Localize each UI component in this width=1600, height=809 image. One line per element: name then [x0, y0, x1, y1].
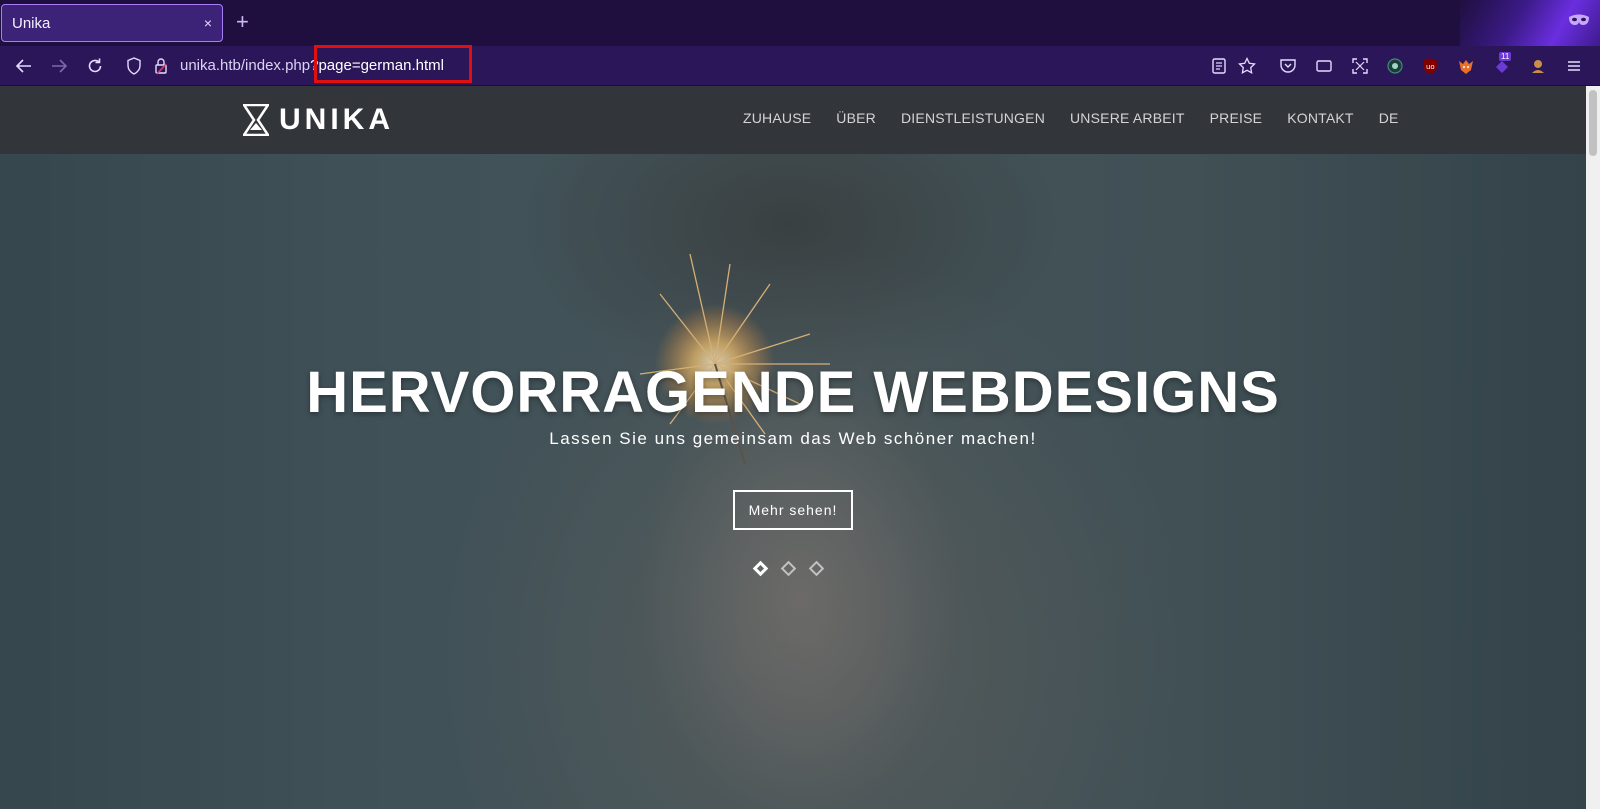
nav-link-ueber[interactable]: ÜBER: [836, 110, 876, 126]
url-query: ?page=german.html: [310, 57, 444, 74]
nav-link-unsere-arbeit[interactable]: UNSERE ARBEIT: [1070, 110, 1185, 126]
cookie-icon[interactable]: [1528, 56, 1548, 76]
reader-view-icon[interactable]: [1210, 57, 1228, 75]
back-arrow-icon: [15, 59, 31, 73]
tab-title: Unika: [12, 14, 51, 32]
bookmark-star-icon[interactable]: [1238, 57, 1256, 75]
reload-button[interactable]: [83, 54, 107, 78]
forward-button[interactable]: [47, 54, 71, 78]
site-logo[interactable]: UNIKA: [243, 104, 394, 136]
tab-strip: Unika × +: [0, 0, 1600, 46]
extension-badge-count: 11: [1499, 52, 1512, 61]
web-page: UNIKA ZUHAUSE ÜBER DIENSTLEISTUNGEN UNSE…: [0, 86, 1586, 809]
site-nav: ZUHAUSE ÜBER DIENSTLEISTUNGEN UNSERE ARB…: [743, 110, 1424, 126]
hero-overlay: [0, 154, 1586, 809]
nav-link-dienstleistungen[interactable]: DIENSTLEISTUNGEN: [901, 110, 1045, 126]
hero-subtitle: Lassen Sie uns gemeinsam das Web schöner…: [549, 429, 1037, 448]
slide-dot[interactable]: [752, 560, 769, 577]
new-tab-button[interactable]: +: [236, 9, 249, 35]
address-bar[interactable]: unika.htb/index.php?page=german.html: [120, 50, 1268, 82]
screenshot-icon[interactable]: [1350, 56, 1370, 76]
forward-arrow-icon: [52, 59, 68, 73]
wappalyzer-icon[interactable]: [1385, 56, 1405, 76]
hourglass-logo-icon: [243, 104, 269, 136]
reload-icon: [88, 58, 102, 73]
url-text[interactable]: unika.htb/index.php?page=german.html: [180, 57, 444, 74]
tracking-protection-icon[interactable]: [126, 57, 142, 75]
language-switcher[interactable]: DE: [1379, 110, 1399, 126]
hamburger-menu-icon[interactable]: [1564, 56, 1584, 76]
slider-pagination: [752, 560, 839, 577]
nav-link-preise[interactable]: PREISE: [1210, 110, 1263, 126]
lock-icon[interactable]: [154, 57, 168, 75]
logo-text: UNIKA: [279, 103, 394, 136]
nav-link-zuhause[interactable]: ZUHAUSE: [743, 110, 811, 126]
hero-slider: HERVORRAGENDE WEBDESIGNS Lassen Sie uns …: [0, 154, 1586, 809]
private-mask-icon: [1569, 14, 1589, 25]
pocket-icon[interactable]: [1278, 56, 1298, 76]
foxyproxy-icon[interactable]: [1456, 56, 1476, 76]
back-button[interactable]: [12, 54, 36, 78]
site-header: UNIKA ZUHAUSE ÜBER DIENSTLEISTUNGEN UNSE…: [0, 86, 1586, 154]
more-button[interactable]: Mehr sehen!: [733, 490, 853, 530]
scrollbar-thumb[interactable]: [1589, 90, 1597, 156]
close-tab-icon[interactable]: ×: [204, 15, 212, 31]
browser-tab[interactable]: Unika ×: [1, 4, 223, 42]
svg-text:uo: uo: [1426, 63, 1435, 71]
slide-dot[interactable]: [808, 560, 825, 577]
ublock-icon[interactable]: uo: [1420, 56, 1440, 76]
hero-title: HERVORRAGENDE WEBDESIGNS: [306, 360, 1280, 425]
page-scrollbar[interactable]: [1586, 86, 1600, 809]
screen-icon[interactable]: [1314, 56, 1334, 76]
nav-link-kontakt[interactable]: KONTAKT: [1287, 110, 1353, 126]
url-host: unika.htb/index.php: [180, 57, 311, 74]
slide-dot[interactable]: [780, 560, 797, 577]
